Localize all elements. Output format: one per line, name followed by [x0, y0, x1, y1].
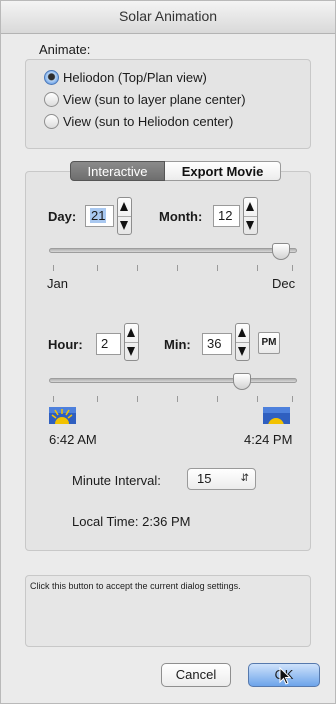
radio-view-heliodon[interactable] [44, 114, 59, 129]
animate-label: Animate: [39, 42, 91, 57]
day-stepper[interactable] [117, 197, 132, 235]
month-stepper[interactable] [243, 197, 258, 235]
solar-animation-dialog: Solar Animation Animate: Heliodon (Top/P… [0, 0, 336, 704]
sunrise-icon [49, 407, 76, 424]
animate-group: Heliodon (Top/Plan view) View (sun to la… [25, 59, 311, 149]
radio-view-layer[interactable] [44, 92, 59, 107]
minute-interval-label: Minute Interval: [72, 473, 161, 488]
cancel-button[interactable]: Cancel [161, 663, 231, 687]
tab-panel [25, 171, 311, 551]
hour-label: Hour: [48, 337, 83, 352]
tab-export-movie[interactable]: Export Movie [165, 161, 281, 181]
window-title: Solar Animation [118, 8, 218, 24]
hour-up-arrow-icon[interactable] [127, 328, 135, 337]
min-field[interactable]: 36 [202, 333, 232, 355]
local-time: Local Time: 2:36 PM [72, 514, 191, 529]
hour-down-arrow-icon[interactable] [127, 347, 135, 356]
sunset-time: 4:24 PM [244, 432, 293, 447]
day-field[interactable]: 21 [85, 205, 114, 227]
sunset-icon [263, 407, 290, 424]
ampm-button[interactable]: PM [258, 332, 280, 354]
minute-interval-popup[interactable]: 15 ⇵ [187, 468, 256, 490]
hour-stepper[interactable] [124, 323, 139, 361]
minute-interval-value: 15 [197, 471, 212, 486]
min-down-arrow-icon[interactable] [238, 347, 246, 356]
month-down-arrow-icon[interactable] [246, 221, 254, 230]
month-label: Month: [159, 209, 203, 224]
updown-arrows-icon: ⇵ [240, 473, 249, 484]
min-label: Min: [164, 337, 191, 352]
help-text-area: Click this button to accept the current … [25, 575, 311, 647]
help-text: Click this button to accept the current … [30, 581, 241, 591]
date-slider-end-label: Dec [272, 276, 296, 291]
date-slider-start-label: Jan [47, 276, 68, 291]
sunrise-time: 6:42 AM [49, 432, 97, 447]
radio-heliodon-label[interactable]: Heliodon (Top/Plan view) [63, 70, 207, 85]
radio-heliodon[interactable] [44, 70, 59, 85]
radio-view-heliodon-label[interactable]: View (sun to Heliodon center) [63, 114, 233, 129]
day-up-arrow-icon[interactable] [120, 202, 128, 211]
month-field[interactable]: 12 [213, 205, 240, 227]
date-slider-track[interactable] [49, 248, 297, 253]
title-bar[interactable]: Solar Animation [1, 1, 335, 34]
day-down-arrow-icon[interactable] [120, 221, 128, 230]
min-stepper[interactable] [235, 323, 250, 361]
tab-interactive[interactable]: Interactive [70, 161, 165, 181]
day-label: Day: [48, 209, 77, 224]
radio-view-layer-label[interactable]: View (sun to layer plane center) [63, 92, 246, 107]
month-up-arrow-icon[interactable] [246, 202, 254, 211]
min-up-arrow-icon[interactable] [238, 328, 246, 337]
time-slider-track[interactable] [49, 378, 297, 383]
mouse-cursor-icon [279, 667, 291, 685]
hour-field[interactable]: 2 [96, 333, 121, 355]
day-value: 21 [90, 208, 107, 223]
